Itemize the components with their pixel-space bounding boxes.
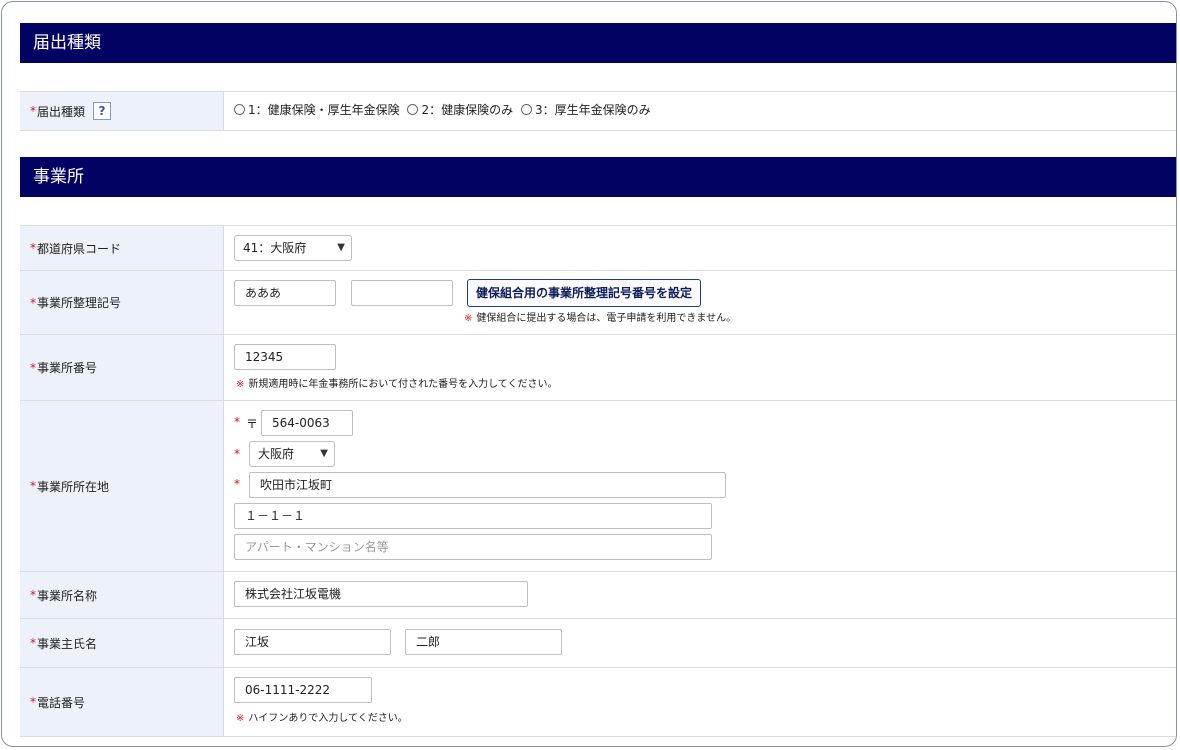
label-office-name: * 事業所名称 — [20, 572, 224, 618]
select-value: 41：大阪府 — [243, 241, 307, 255]
row-office-number: * 事業所番号 12345 ※ 新規適用時に年金事務所において付された番号を入力し… — [20, 335, 1176, 401]
value-owner-name: 江坂 二郎 — [224, 619, 1176, 667]
postal-code-input[interactable]: 564-0063 — [261, 410, 353, 436]
label-phone: * 電話番号 — [20, 668, 224, 736]
office-number-note: ※ 新規適用時に年金事務所において付された番号を入力してください。 — [236, 375, 558, 390]
value-office-address: * 〒 564-0063 * 大阪府 ▼ * 吹田市江坂町 １－１－１ アパート… — [224, 401, 1176, 571]
row-office-reg-symbol: * 事業所整理記号 あああ 健保組合用の事業所整理記号番号を設定 ※ 健保組合に提… — [20, 271, 1176, 335]
note-text: ハイフンありで入力してください。 — [248, 713, 408, 724]
section-header-office: 事業所 — [20, 157, 1176, 197]
owner-first-name-input[interactable]: 二郎 — [405, 629, 562, 655]
label-prefecture-code: * 都道府県コード — [20, 226, 224, 270]
required-mark: * — [30, 104, 36, 118]
label-text: 事業主氏名 — [37, 636, 98, 651]
street-input[interactable]: １－１－１ — [234, 503, 712, 529]
required-mark: * — [234, 447, 240, 461]
help-icon[interactable]: ? — [93, 102, 112, 120]
office-reg-symbol-input-2[interactable] — [351, 280, 453, 306]
required-mark: * — [30, 360, 36, 375]
value-notification-type: 1：健康保険・厚生年金保険 2：健康保険のみ 3：厚生年金保険のみ — [224, 92, 1176, 130]
radio-group-notification-type: 1：健康保険・厚生年金保険 2：健康保険のみ 3：厚生年金保険のみ — [234, 101, 651, 118]
radio-label-2[interactable]: 2：健康保険のみ — [421, 103, 513, 117]
label-text: 都道府県コード — [37, 241, 122, 256]
postal-mark-icon: 〒 — [246, 417, 259, 431]
radio-option-3[interactable] — [520, 104, 532, 115]
city-input[interactable]: 吹田市江坂町 — [249, 472, 726, 498]
note-text: 健保組合に提出する場合は、電子申請を利用できません。 — [476, 313, 737, 324]
label-office-reg-symbol: * 事業所整理記号 — [20, 271, 224, 334]
required-mark: * — [30, 588, 36, 602]
note-mark: ※ — [236, 713, 245, 724]
required-mark: * — [234, 477, 240, 491]
form-frame: 届出種類 * 届出種類 ? 1：健康保険・厚生年金保険 2：健康保険のみ 3：厚… — [1, 1, 1177, 747]
value-office-number: 12345 ※ 新規適用時に年金事務所において付された番号を入力してください。 — [224, 335, 1176, 400]
section-title: 事業所 — [33, 167, 84, 187]
note-text: 新規適用時に年金事務所において付された番号を入力してください。 — [248, 379, 558, 390]
value-phone: 06-1111-2222 ※ ハイフンありで入力してください。 — [224, 668, 1176, 736]
value-office-reg-symbol: あああ 健保組合用の事業所整理記号番号を設定 ※ 健保組合に提出する場合は、電子申… — [224, 271, 1176, 334]
label-text: 事業所所在地 — [37, 479, 110, 494]
set-health-union-symbol-button[interactable]: 健保組合用の事業所整理記号番号を設定 — [467, 279, 702, 307]
select-value: 大阪府 — [258, 447, 295, 461]
required-mark: * — [30, 295, 36, 310]
row-owner-name: * 事業主氏名 江坂 二郎 — [20, 619, 1176, 668]
label-text: 事業所名称 — [37, 588, 98, 603]
label-notification-type: * 届出種類 ? — [20, 92, 224, 130]
note-mark: ※ — [236, 379, 245, 390]
office-name-input[interactable]: 株式会社江坂電機 — [234, 581, 528, 607]
prefecture-code-select[interactable]: 41：大阪府 ▼ — [234, 235, 352, 261]
office-number-input[interactable]: 12345 — [234, 344, 336, 370]
radio-option-1[interactable] — [234, 104, 245, 115]
chevron-down-icon: ▼ — [337, 242, 345, 253]
label-text: 届出種類 — [37, 104, 86, 119]
required-mark: * — [30, 479, 36, 493]
row-phone: * 電話番号 06-1111-2222 ※ ハイフンありで入力してください。 — [20, 668, 1176, 737]
phone-input[interactable]: 06-1111-2222 — [234, 677, 372, 703]
label-text: 事業所整理記号 — [37, 296, 122, 310]
notification-type-table: * 届出種類 ? 1：健康保険・厚生年金保険 2：健康保険のみ 3：厚生年金保険… — [20, 91, 1176, 131]
label-text: 電話番号 — [37, 695, 86, 710]
note-mark: ※ — [464, 313, 473, 324]
label-office-address: * 事業所所在地 — [20, 401, 224, 571]
value-prefecture-code: 41：大阪府 ▼ — [224, 226, 1176, 270]
office-reg-symbol-input-1[interactable]: あああ — [234, 280, 336, 306]
radio-option-2[interactable] — [407, 104, 419, 115]
row-notification-type: * 届出種類 ? 1：健康保険・厚生年金保険 2：健康保険のみ 3：厚生年金保険… — [20, 92, 1176, 131]
office-table: * 都道府県コード 41：大阪府 ▼ * 事業所整理記号 あああ 健保組合用の事… — [20, 225, 1176, 737]
radio-label-1[interactable]: 1：健康保険・厚生年金保険 — [248, 103, 400, 117]
owner-last-name-input[interactable]: 江坂 — [234, 629, 391, 655]
section-title: 届出種類 — [33, 33, 101, 53]
required-mark: * — [30, 695, 36, 709]
row-office-name: * 事業所名称 株式会社江坂電機 — [20, 572, 1176, 619]
chevron-down-icon: ▼ — [320, 448, 328, 459]
required-mark: * — [30, 241, 36, 255]
building-input[interactable]: アパート・マンション名等 — [234, 534, 712, 560]
radio-label-3[interactable]: 3：厚生年金保険のみ — [535, 103, 651, 117]
label-text: 事業所番号 — [37, 361, 98, 375]
row-office-address: * 事業所所在地 * 〒 564-0063 * 大阪府 ▼ * 吹田市江坂町 １… — [20, 401, 1176, 572]
address-prefecture-select[interactable]: 大阪府 ▼ — [249, 441, 335, 467]
value-office-name: 株式会社江坂電機 — [224, 572, 1176, 618]
section-header-notification-type: 届出種類 — [20, 23, 1176, 63]
required-mark: * — [30, 636, 36, 650]
label-owner-name: * 事業主氏名 — [20, 619, 224, 667]
label-office-number: * 事業所番号 — [20, 335, 224, 400]
phone-note: ※ ハイフンありで入力してください。 — [236, 709, 408, 724]
required-mark: * — [234, 415, 240, 429]
row-prefecture-code: * 都道府県コード 41：大阪府 ▼ — [20, 226, 1176, 271]
office-reg-symbol-note: ※ 健保組合に提出する場合は、電子申請を利用できません。 — [464, 309, 736, 324]
